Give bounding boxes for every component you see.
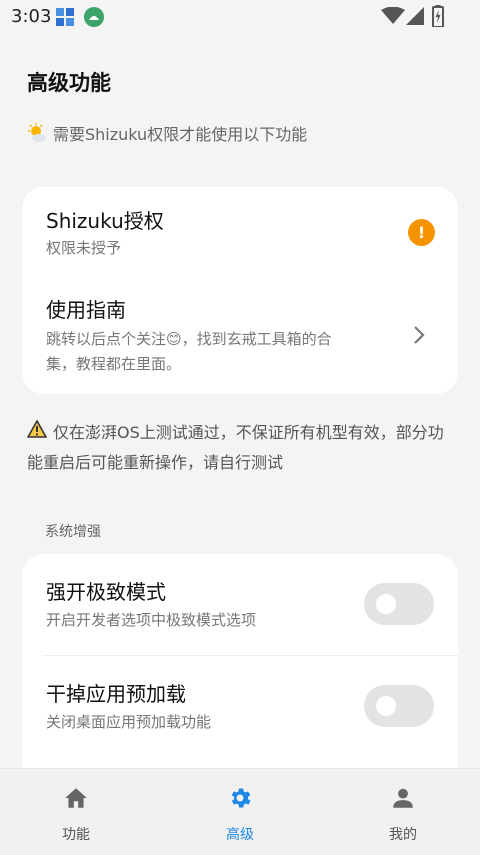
disable-preload-toggle[interactable] xyxy=(364,685,434,727)
nav-advanced[interactable]: 高级 xyxy=(180,769,300,855)
nav-features-label: 功能 xyxy=(62,827,90,843)
android-app-icon xyxy=(84,7,104,27)
status-time: 3:03 xyxy=(11,6,52,27)
compatibility-warning: 仅在澎湃OS上测试通过，不保证所有机型有效，部分功能重启后可能重新操作，请自行测… xyxy=(27,418,457,478)
sun-cloud-icon xyxy=(28,123,46,142)
nav-mine[interactable]: 我的 xyxy=(343,769,463,855)
signal-icon xyxy=(406,7,424,25)
guide-title: 使用指南 xyxy=(46,298,126,322)
extreme-mode-toggle[interactable] xyxy=(364,583,434,625)
disable-preload-subtitle: 关闭桌面应用预加载功能 xyxy=(46,713,212,731)
nav-advanced-label: 高级 xyxy=(226,827,254,843)
extreme-mode-subtitle: 开启开发者选项中极致模式选项 xyxy=(46,611,257,629)
status-bar: 3:03 xyxy=(0,0,480,34)
warning-badge-icon: ! xyxy=(408,219,435,246)
guide-description-line2: 集，教程都在里面。 xyxy=(46,355,182,373)
home-icon xyxy=(65,788,87,808)
nav-features[interactable]: 功能 xyxy=(16,769,136,855)
warning-text: 仅在澎湃OS上测试通过，不保证所有机型有效，部分功能重启后可能重新操作，请自行测… xyxy=(27,423,444,472)
guide-description-line1: 跳转以后点个关注😊，找到玄戒工具箱的合 xyxy=(46,330,332,348)
nav-mine-label: 我的 xyxy=(389,827,417,843)
page-title: 高级功能 xyxy=(27,71,111,95)
extreme-mode-row[interactable]: 强开极致模式 开启开发者选项中极致模式选项 xyxy=(22,554,458,655)
guide-description: 跳转以后点个关注😊，找到玄戒工具箱的合 集，教程都在里面。 xyxy=(46,327,396,377)
bottom-navigation: 功能 高级 我的 xyxy=(0,768,480,855)
gear-icon xyxy=(231,788,251,808)
shizuku-auth-status: 权限未授予 xyxy=(46,239,122,257)
section-label-system: 系统增强 xyxy=(45,524,101,540)
shizuku-auth-row[interactable]: Shizuku授权 权限未授予 ! xyxy=(22,187,458,272)
guide-row[interactable]: 使用指南 跳转以后点个关注😊，找到玄戒工具箱的合 集，教程都在里面。 xyxy=(22,277,458,387)
extreme-mode-title: 强开极致模式 xyxy=(46,580,166,604)
battery-charging-icon xyxy=(432,5,444,27)
shizuku-note-text: 需要Shizuku权限才能使用以下功能 xyxy=(53,125,308,144)
chevron-right-icon xyxy=(414,326,425,344)
warning-triangle-icon xyxy=(27,420,47,438)
person-icon xyxy=(393,788,413,808)
disable-preload-row[interactable]: 干掉应用预加载 关闭桌面应用预加载功能 xyxy=(22,656,458,766)
shizuku-auth-title: Shizuku授权 xyxy=(46,209,164,233)
system-enhance-card: 强开极致模式 开启开发者选项中极致模式选项 干掉应用预加载 关闭桌面应用预加载功… xyxy=(22,554,458,794)
wifi-icon xyxy=(381,7,405,24)
disable-preload-title: 干掉应用预加载 xyxy=(46,682,186,706)
shizuku-card: Shizuku授权 权限未授予 ! 使用指南 跳转以后点个关注😊，找到玄戒工具箱… xyxy=(22,187,458,394)
shizuku-requirement-note: 需要Shizuku权限才能使用以下功能 xyxy=(27,121,307,145)
app-notification-icon xyxy=(56,8,74,26)
